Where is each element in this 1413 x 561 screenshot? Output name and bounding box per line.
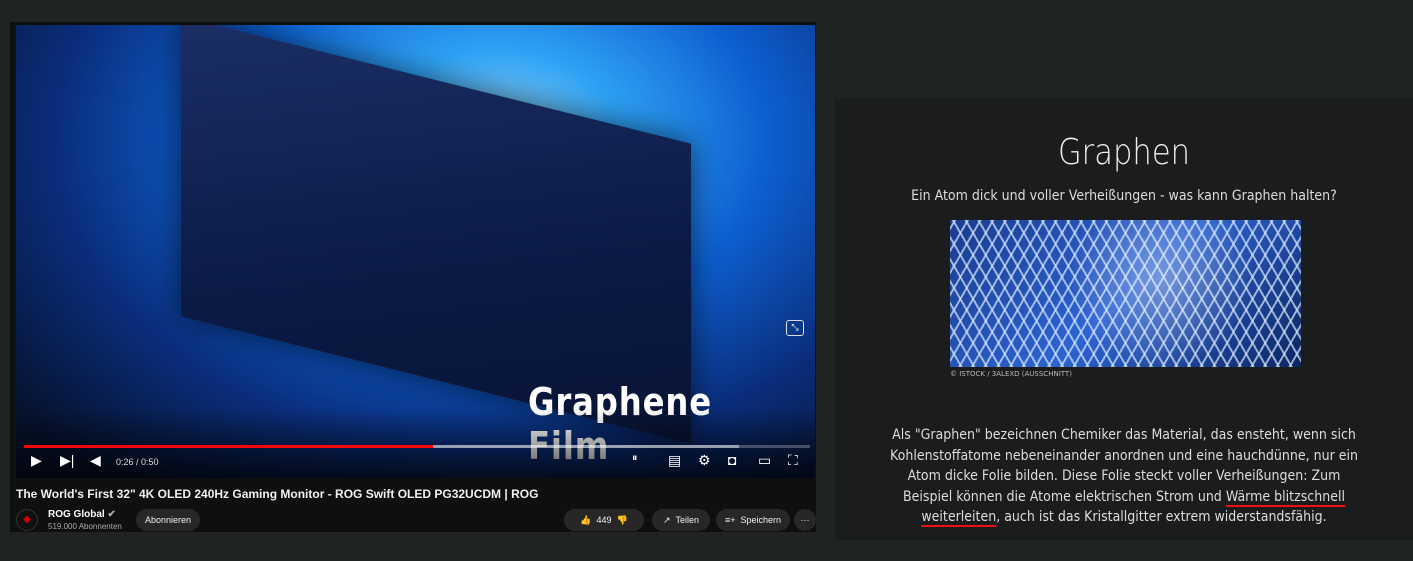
save-button[interactable]: ≡+ Speichern: [716, 509, 790, 531]
volume-icon[interactable]: ◀: [90, 452, 101, 469]
video-player: Graphene Film ⤡ ▶ ▶| ◀ 0:26 / 0:50 ⏸ ▤ ⚙…: [10, 22, 816, 532]
body-text-end: , auch ist das Kristallgitter extrem wid…: [996, 509, 1327, 525]
subscribe-button[interactable]: Abonnieren: [136, 509, 200, 531]
verified-icon: ✔: [107, 509, 116, 520]
theater-icon[interactable]: ▭: [758, 452, 771, 469]
image-credit: © ISTOCK / 3ALEXD (AUSSCHNITT): [950, 370, 1072, 378]
article-body: Als "Graphen" bezeichnen Chemiker das Ma…: [882, 425, 1366, 528]
play-icon[interactable]: ▶: [31, 452, 42, 469]
dislike-icon[interactable]: 👎: [617, 515, 628, 526]
fullscreen-icon[interactable]: ⛶: [788, 452, 798, 469]
next-icon[interactable]: ▶|: [60, 452, 74, 469]
graphene-image: [950, 220, 1301, 367]
save-icon: ≡+: [724, 515, 736, 525]
channel-name[interactable]: ROG Global ✔: [48, 509, 116, 520]
controls-gradient: [16, 408, 815, 478]
article-subtitle: Ein Atom dick und voller Verheißungen - …: [911, 188, 1337, 204]
save-label: Speichern: [740, 515, 782, 525]
settings-icon[interactable]: ⚙: [698, 452, 711, 469]
played-bar: [24, 445, 433, 448]
video-title: The World's First 32" 4K OLED 240Hz Gami…: [16, 487, 539, 501]
share-button[interactable]: ↗ Teilen: [652, 509, 710, 531]
channel-avatar[interactable]: ◆: [16, 509, 38, 531]
share-label: Teilen: [675, 515, 700, 525]
time-display: 0:26 / 0:50: [116, 457, 159, 467]
expand-icon[interactable]: ⤡: [786, 320, 804, 336]
like-icon[interactable]: 👍: [580, 515, 591, 526]
autoplay-toggle[interactable]: ⏸: [632, 452, 638, 465]
share-icon: ↗: [662, 514, 671, 525]
like-count: 449: [596, 515, 612, 525]
like-dislike-button[interactable]: 👍 449 👎: [564, 509, 644, 531]
subtitles-icon[interactable]: ▤: [668, 452, 681, 469]
video-frame[interactable]: Graphene Film ⤡ ▶ ▶| ◀ 0:26 / 0:50 ⏸ ▤ ⚙…: [16, 25, 815, 478]
miniplayer-icon[interactable]: ◘: [728, 452, 736, 468]
channel-name-text: ROG Global: [48, 509, 105, 520]
progress-bar[interactable]: [24, 445, 810, 448]
more-button[interactable]: ···: [794, 509, 816, 531]
article-panel: Graphen Ein Atom dick und voller Verheiß…: [835, 98, 1413, 540]
article-title: Graphen: [1057, 132, 1191, 173]
subscriber-count: 519.000 Abonnenten: [48, 522, 122, 531]
